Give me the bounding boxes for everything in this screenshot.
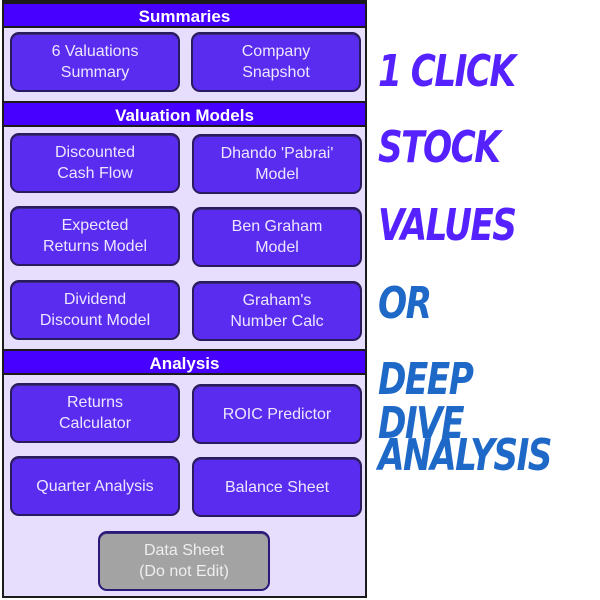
dhando-pabrai-model-button[interactable]: Dhando 'Pabrai' Model <box>192 134 362 194</box>
promo-line-3: VALUES <box>378 200 517 251</box>
section-header-valuation-models: Valuation Models <box>4 101 365 127</box>
expected-returns-model-button[interactable]: Expected Returns Model <box>10 206 180 266</box>
dividend-discount-model-button[interactable]: Dividend Discount Model <box>10 280 180 340</box>
promo-line-4: OR <box>378 278 432 329</box>
quarter-analysis-button[interactable]: Quarter Analysis <box>10 456 180 516</box>
grahams-number-calc-button[interactable]: Graham's Number Calc <box>192 281 362 341</box>
roic-predictor-button[interactable]: ROIC Predictor <box>192 384 362 444</box>
company-snapshot-button[interactable]: Company Snapshot <box>191 32 361 92</box>
navigation-panel: Summaries 6 Valuations Summary Company S… <box>2 0 367 598</box>
promo-line-6: ANALYSIS <box>378 430 553 481</box>
promo-line-1: 1 CLICK <box>378 46 516 97</box>
section-header-analysis: Analysis <box>4 349 365 375</box>
promo-line-2: STOCK <box>378 122 501 173</box>
ben-graham-model-button[interactable]: Ben Graham Model <box>192 207 362 267</box>
balance-sheet-button[interactable]: Balance Sheet <box>192 457 362 517</box>
six-valuations-summary-button[interactable]: 6 Valuations Summary <box>10 32 180 92</box>
discounted-cash-flow-button[interactable]: Discounted Cash Flow <box>10 133 180 193</box>
returns-calculator-button[interactable]: Returns Calculator <box>10 383 180 443</box>
data-sheet-button[interactable]: Data Sheet (Do not Edit) <box>98 531 270 591</box>
section-header-summaries: Summaries <box>4 2 365 28</box>
